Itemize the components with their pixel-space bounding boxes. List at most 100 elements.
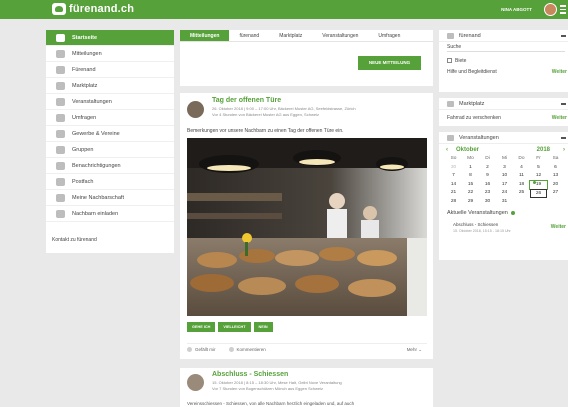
calendar-day[interactable]: 14 [445,181,462,190]
tab-fuerenand[interactable]: fürenand [229,30,269,41]
calendar-day[interactable]: 9 [479,172,496,181]
calendar-day[interactable]: 21 [445,189,462,198]
calendar-day[interactable]: 16 [479,181,496,190]
more-link[interactable]: Weiter [552,69,567,75]
calendar-day[interactable]: 28 [445,198,462,207]
avatar[interactable] [187,374,204,391]
collapse-icon[interactable] [561,35,566,37]
current-events-heading: Aktuelle Veranstaltungen [439,210,568,216]
comment-button[interactable]: Kommentieren [228,347,266,352]
next-month-icon[interactable]: › [563,147,565,153]
calendar-icon [56,97,65,106]
menu-icon[interactable] [560,5,566,16]
sidebar-item-gruppen[interactable]: Gruppen [46,142,174,158]
calendar-day[interactable]: 20 [547,181,564,190]
more-link[interactable]: Weiter [551,224,566,230]
calendar-day[interactable]: 23 [479,189,496,198]
tab-veranstaltungen[interactable]: Veranstaltungen [312,30,368,41]
rsvp-no-button[interactable]: NEIN [253,322,273,332]
more-link[interactable]: Weiter [552,115,567,121]
avatar[interactable] [187,101,204,118]
calendar-day[interactable]: 25 [513,189,530,198]
sidebar-item-einladen[interactable]: Nachbarn einladen [46,206,174,222]
calendar-day[interactable]: 17 [496,181,513,190]
sidebar-item-nachbarschaft[interactable]: Meine Nachbarschaft [46,190,174,206]
tab-mitteilungen[interactable]: Mitteilungen [180,30,230,41]
calendar-day[interactable]: 18 [513,181,530,190]
post-composer: Mitteilungen fürenand Marktplatz Veranst… [180,30,433,86]
calendar-day[interactable]: 27 [547,189,564,198]
post-photo[interactable] [187,138,427,316]
avatar[interactable] [544,3,557,16]
sidebar-item-label: Marktplatz [72,82,98,89]
sidebar-item-benachrichtigungen[interactable]: Benachrichtigungen [46,158,174,174]
widget-header[interactable]: fürenand [439,30,568,42]
calendar-day[interactable]: 13 [547,172,564,181]
collapse-icon[interactable] [561,103,566,105]
tab-umfragen[interactable]: Umfragen [368,30,410,41]
prev-month-icon[interactable]: ‹ [446,147,448,153]
calendar-day[interactable]: 4 [513,164,530,173]
sidebar-item-fuerenand[interactable]: Fürenand [46,62,174,78]
calendar-day[interactable]: 3 [496,164,513,173]
like-button[interactable]: Gefällt mir [187,347,216,352]
contact-link[interactable]: Kontakt zu fürenand [46,232,174,248]
post-author: Vor 7 Stunden von Bogenschützen Mönch au… [212,386,323,391]
home-icon [56,33,65,42]
more-button[interactable]: Mehr ⌄ [407,347,422,353]
calendar-day[interactable]: 30 [479,198,496,207]
logo[interactable]: fürenand.ch [52,3,134,15]
mail-icon [56,177,65,186]
post-title[interactable]: Tag der offenen Türe [212,97,281,104]
sidebar-item-gewerbe[interactable]: Gewerbe & Vereine [46,126,174,142]
search-input[interactable]: Suche [447,42,565,52]
calendar-day-event[interactable]: 19 [529,179,548,190]
sidebar-item-label: Mitteilungen [72,50,102,57]
calendar-day[interactable]: 31 [496,198,513,207]
logo-text: fürenand.ch [69,3,135,15]
calendar-day[interactable]: 7 [445,172,462,181]
user-name[interactable]: NINA ABGOTT [501,7,532,12]
biete-checkbox[interactable] [447,58,452,63]
widget-header[interactable]: Veranstaltungen [439,132,568,144]
collapse-icon[interactable] [561,137,566,139]
sidebar-item-startseite[interactable]: Startseite [46,30,174,46]
tag-icon [56,81,65,90]
house-icon [56,193,65,202]
sidebar-item-mitteilungen[interactable]: Mitteilungen [46,46,174,62]
sidebar-item-veranstaltungen[interactable]: Veranstaltungen [46,94,174,110]
sidebar-item-postfach[interactable]: Postfach [46,174,174,190]
widget-item-text: Fahrrad zu verschenken [447,114,501,121]
calendar-day[interactable]: 10 [496,172,513,181]
post-title[interactable]: Abschluss - Schiessen [212,371,288,378]
rsvp-maybe-button[interactable]: VIELLEICHT [218,322,251,332]
current-event-item[interactable]: Abschluss - Schiessen 15. Oktober 2018, … [439,222,568,233]
new-post-button[interactable]: NEUE MITTEILUNG [358,56,421,70]
calendar-day[interactable]: 2 [479,164,496,173]
speech-bubble-icon [56,49,65,58]
tag-icon [447,100,454,107]
calendar-day[interactable]: 8 [462,172,479,181]
weekday-label: Fr [536,156,541,161]
logo-icon [52,3,66,15]
sidebar-item-marktplatz[interactable]: Marktplatz [46,78,174,94]
calendar-day[interactable]: 29 [462,198,479,207]
calendar-day[interactable]: 15 [462,181,479,190]
sidebar-item-label: Gewerbe & Vereine [72,130,120,137]
calendar-day[interactable]: 24 [496,189,513,198]
sidebar-item-label: Postfach [72,178,94,185]
calendar-day[interactable]: 6 [547,164,564,173]
calendar-day[interactable]: 11 [513,172,530,181]
calendar-day[interactable]: 12 [530,172,547,181]
calendar-day[interactable]: 22 [462,189,479,198]
rsvp-yes-button[interactable]: GEHE ICH [187,322,216,332]
calendar-day[interactable]: 5 [530,164,547,173]
calendar-day-today[interactable]: 26 [530,189,547,198]
calendar-day [547,198,564,207]
calendar-day[interactable]: 1 [462,164,479,173]
sidebar-item-umfragen[interactable]: Umfragen [46,110,174,126]
widget-veranstaltungen: Veranstaltungen ‹ Oktober 2018 › So Mo D… [439,132,568,260]
tab-marktplatz[interactable]: Marktplatz [269,30,312,41]
widget-header[interactable]: Marktplatz [439,98,568,110]
calendar-day[interactable]: 30 [445,164,462,173]
